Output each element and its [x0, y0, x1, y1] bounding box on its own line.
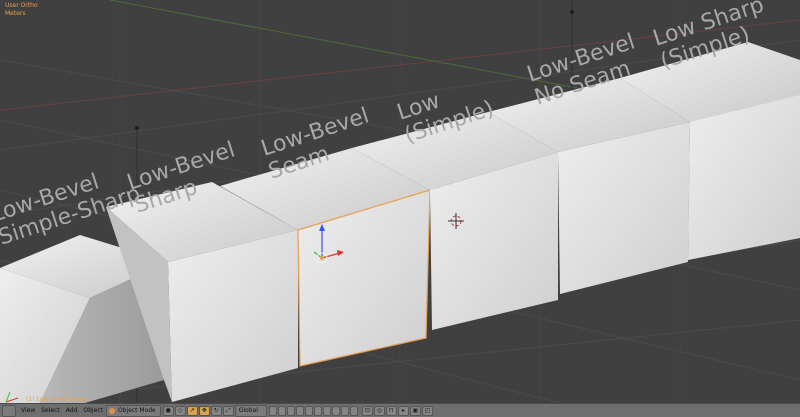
layer-button[interactable]	[295, 405, 304, 416]
editor-type-icon[interactable]	[2, 404, 16, 417]
mode-selector[interactable]: Object Mode	[105, 404, 161, 417]
snap-target-icon[interactable]: ▸	[397, 405, 409, 416]
layer-button[interactable]	[268, 405, 277, 416]
snap-icon[interactable]: ⊓	[385, 405, 397, 416]
mode-label: Object Mode	[117, 407, 156, 414]
menu-object[interactable]: Object	[80, 405, 106, 417]
menu-view[interactable]: View	[18, 405, 38, 417]
menu-add[interactable]: Add	[63, 405, 81, 417]
empty-object-marker[interactable]	[570, 10, 574, 14]
orientation-label: Global	[238, 407, 258, 414]
viewport-shading-icon[interactable]: ●	[162, 405, 174, 416]
layer-button[interactable]	[340, 405, 349, 416]
scene-canvas[interactable]: Low-Bevel Simple-Sharp Low-Bevel Sharp L…	[0, 0, 800, 403]
menu-select[interactable]: Select	[38, 405, 63, 417]
units-label: Meters	[5, 10, 26, 17]
layer-button[interactable]	[322, 405, 331, 416]
blender-window: Low-Bevel Simple-Sharp Low-Bevel Sharp L…	[0, 0, 800, 417]
scale-icon[interactable]: ⤢	[222, 405, 234, 416]
layer-button[interactable]	[313, 405, 322, 416]
camera-icon[interactable]: ◰	[421, 405, 433, 416]
rotate-icon[interactable]: ↻	[210, 405, 222, 416]
object-mode-icon	[108, 407, 115, 414]
render-icon[interactable]: ▣	[409, 405, 421, 416]
layer-button[interactable]	[304, 405, 313, 416]
orientation-selector[interactable]: Global	[234, 404, 267, 417]
layer-button[interactable]	[277, 405, 286, 416]
proportional-edit-icon[interactable]: ◎	[373, 405, 385, 416]
pivot-icon[interactable]: ◇	[174, 405, 186, 416]
lock-icon[interactable]: ⊡	[361, 405, 373, 416]
layers-icon[interactable]	[268, 405, 358, 416]
layer-button[interactable]	[331, 405, 340, 416]
3d-viewport[interactable]: Low-Bevel Simple-Sharp Low-Bevel Sharp L…	[0, 0, 800, 403]
manipulator-toggle-icon[interactable]: ↗	[186, 405, 198, 416]
layer-button[interactable]	[349, 405, 358, 416]
empty-object-marker[interactable]	[135, 126, 139, 130]
view-name-label: User Ortho	[5, 2, 38, 9]
layer-button[interactable]	[286, 405, 295, 416]
translate-icon[interactable]: ✥	[198, 405, 210, 416]
active-object-label: (1) Low-Bevel_Seam	[26, 396, 87, 403]
viewport-header: View Select Add Object Object Mode ● ◇ ↗…	[0, 403, 800, 417]
